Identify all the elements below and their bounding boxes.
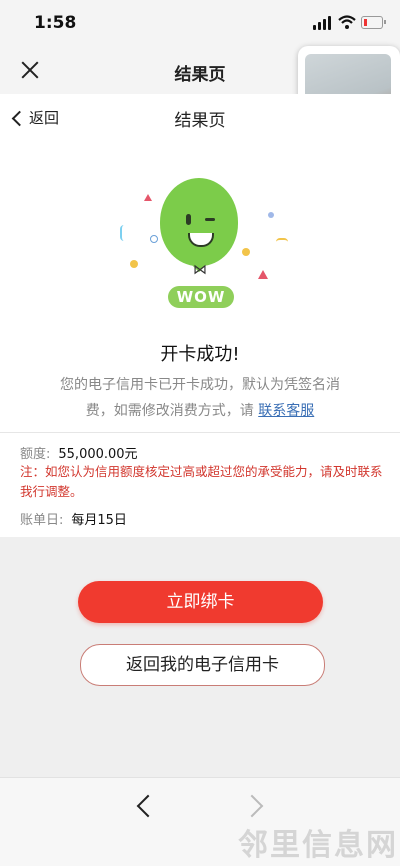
signal-icon	[313, 16, 333, 30]
status-time: 1:58	[34, 13, 77, 33]
page-title: 结果页	[174, 111, 226, 131]
battery-tip	[384, 20, 386, 24]
browser-forward-icon[interactable]	[240, 794, 264, 818]
status-bar: 1:58	[0, 0, 400, 46]
page-nav-bar: 返回 结果页	[0, 94, 400, 140]
confetti-triangle	[258, 270, 268, 279]
contact-service-link[interactable]: 联系客服	[258, 403, 314, 419]
confetti-dot	[130, 260, 138, 268]
back-to-card-button[interactable]: 返回我的电子信用卡	[80, 644, 325, 686]
limit-notice: 注：如您认为信用额度核定过高或超过您的承受能力，请及时联系我行调整。	[20, 464, 383, 499]
confetti-dot	[268, 212, 274, 218]
watermark: 邻里信息网	[238, 828, 398, 863]
card-details: 额度: 55,000.00元 注：如您认为信用额度核定过高或超过您的承受能力，请及…	[0, 432, 400, 537]
bind-card-button[interactable]: 立即绑卡	[78, 581, 323, 623]
confetti-dot	[150, 235, 158, 243]
limit-row: 额度: 55,000.00元	[20, 443, 138, 462]
mascot-eye	[186, 214, 191, 225]
billing-row: 账单日: 每月15日	[20, 509, 127, 528]
limit-label: 额度:	[20, 447, 51, 462]
confetti-dot	[242, 248, 250, 256]
success-hero: ⋈ WOW 开卡成功! 您的电子信用卡已开卡成功，默认为凭签名消费，如需修改消费…	[0, 140, 400, 432]
battery-icon	[361, 16, 383, 29]
confetti-squiggle	[276, 238, 288, 246]
browser-back-icon[interactable]	[136, 794, 160, 818]
confetti-squiggle	[120, 225, 128, 241]
wow-badge: WOW	[168, 286, 234, 308]
mascot-wink	[205, 218, 215, 221]
success-title: 开卡成功!	[160, 344, 240, 365]
success-description: 您的电子信用卡已开卡成功，默认为凭签名消费，如需修改消费方式，请 联系客服	[60, 372, 340, 424]
bowtie-icon: ⋈	[193, 262, 207, 278]
confetti-triangle	[144, 194, 152, 201]
balloon-mascot	[160, 178, 238, 266]
wifi-icon	[338, 15, 356, 29]
billing-value: 每月15日	[71, 513, 127, 528]
billing-label: 账单日:	[20, 513, 64, 528]
limit-value: 55,000.00元	[58, 447, 138, 462]
